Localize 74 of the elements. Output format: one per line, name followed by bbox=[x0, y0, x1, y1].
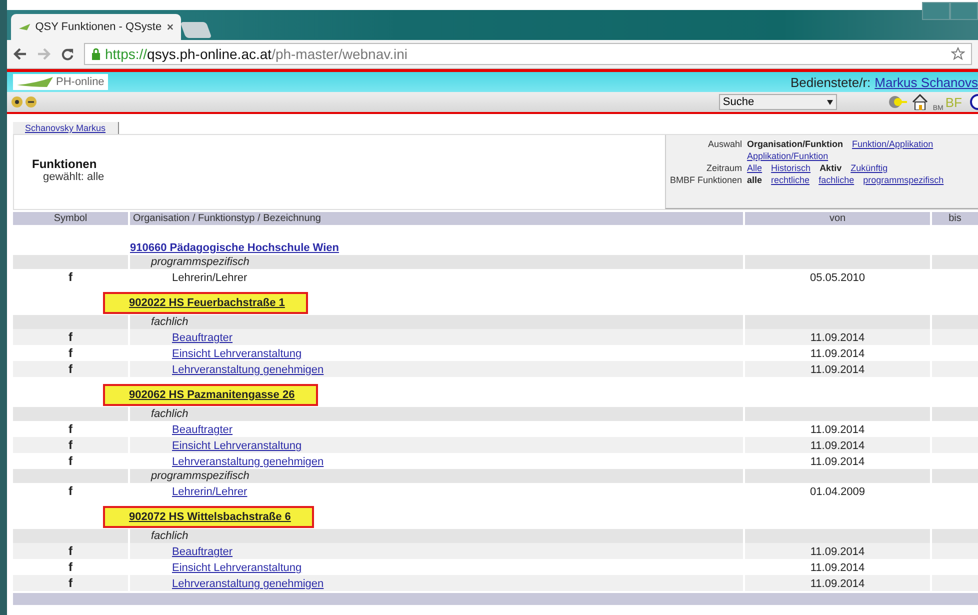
table-cell bbox=[932, 529, 978, 543]
function-link[interactable]: Beauftragter bbox=[172, 546, 233, 558]
star-icon[interactable] bbox=[951, 47, 965, 61]
table-cell: f bbox=[13, 437, 128, 453]
table-cell: 11.09.2014 bbox=[745, 361, 930, 377]
table-cell: 11.09.2014 bbox=[745, 543, 930, 559]
organisation-link[interactable]: 902062 HS Pazmanitengasse 26 bbox=[103, 384, 318, 406]
organisation-link[interactable]: 902022 HS Feuerbachstraße 1 bbox=[103, 292, 308, 314]
table-cell: 11.09.2014 bbox=[745, 437, 930, 453]
function-link[interactable]: Lehrveranstaltung genehmigen bbox=[172, 364, 324, 376]
filter-option[interactable]: Aktiv bbox=[820, 163, 842, 173]
filter-label: Zeitraum bbox=[706, 163, 742, 173]
user-link[interactable]: Markus Schanovs bbox=[874, 74, 978, 90]
logo-icon bbox=[19, 23, 30, 31]
table-cell: programmspezifisch bbox=[130, 255, 743, 269]
close-icon[interactable] bbox=[166, 23, 173, 31]
url-text: https://qsys.ph-online.ac.at/ph-master/webnav.ini bbox=[105, 46, 408, 62]
column-header: von bbox=[745, 212, 930, 225]
table-cell bbox=[932, 469, 978, 483]
person-tab[interactable]: Schanovsky Markus bbox=[13, 122, 119, 134]
address-bar[interactable]: https://qsys.ph-online.ac.at/ph-master/webnav.ini bbox=[84, 43, 972, 65]
lock-icon bbox=[91, 48, 101, 60]
filter-label: Auswahl bbox=[707, 139, 742, 151]
function-link[interactable]: Einsicht Lehrveranstaltung bbox=[172, 348, 302, 360]
table-cell: programmspezifisch bbox=[130, 469, 743, 483]
filter-option[interactable]: Applikation/Funktion bbox=[747, 151, 828, 161]
reload-icon[interactable] bbox=[61, 48, 74, 60]
caret-icon[interactable] bbox=[826, 100, 833, 104]
function-link[interactable]: Beauftragter bbox=[172, 424, 233, 436]
selection-subtitle: gewählt: alle bbox=[43, 171, 104, 183]
function-link[interactable]: Lehrveranstaltung genehmigen bbox=[172, 578, 324, 590]
column-header: Organisation / Funktionstyp / Bezeichnung bbox=[130, 212, 743, 225]
new-tab-button[interactable] bbox=[180, 22, 212, 38]
table-cell bbox=[932, 255, 978, 269]
filter-option[interactable]: Historisch bbox=[771, 163, 811, 173]
table-cell: fachlich bbox=[130, 529, 743, 543]
table-cell: 11.09.2014 bbox=[745, 329, 930, 345]
table-cell: 11.09.2014 bbox=[745, 575, 930, 591]
table-cell: fachlich bbox=[130, 407, 743, 421]
browser-tab[interactable]: QSY Funktionen - QSyste bbox=[11, 14, 181, 40]
function-link[interactable]: Einsicht Lehrveranstaltung bbox=[172, 440, 302, 452]
function-link[interactable]: Beauftragter bbox=[172, 332, 233, 344]
table-cell: fachlich bbox=[130, 315, 743, 329]
search-select[interactable]: Suche bbox=[718, 94, 837, 110]
filter-option[interactable]: alle bbox=[747, 175, 762, 185]
filter-option[interactable]: Alle bbox=[747, 163, 762, 173]
filter-label: BMBF Funktionen bbox=[670, 175, 742, 185]
user-label: Bedienstete/r: bbox=[790, 74, 871, 90]
filter-option[interactable]: rechtliche bbox=[771, 175, 810, 185]
page-title: Funktionen bbox=[32, 157, 98, 171]
filter-option[interactable]: programmspezifisch bbox=[863, 175, 944, 185]
home-icon[interactable] bbox=[910, 94, 929, 110]
table-cell: f bbox=[13, 543, 128, 559]
function-link[interactable]: Lehrveranstaltung genehmigen bbox=[172, 456, 324, 468]
table-cell bbox=[932, 543, 978, 559]
table-cell bbox=[932, 315, 978, 329]
round-target-icon[interactable] bbox=[11, 96, 23, 108]
filter-option[interactable]: Funktion/Applikation bbox=[852, 139, 934, 149]
function-link[interactable]: Lehrerin/Lehrer bbox=[172, 486, 248, 498]
filter-option[interactable]: Zukünftig bbox=[850, 163, 888, 173]
organisation-link[interactable]: 910660 Pädagogische Hochschule Wien bbox=[130, 242, 339, 254]
table-cell: f bbox=[13, 361, 128, 377]
table-cell bbox=[932, 329, 978, 345]
table-cell: f bbox=[13, 575, 128, 591]
filter-option[interactable]: Organisation/Funktion bbox=[747, 139, 844, 149]
organisation-link[interactable]: 902072 HS Wittelsbachstraße 6 bbox=[103, 506, 314, 528]
function-link[interactable]: Einsicht Lehrveranstaltung bbox=[172, 562, 302, 574]
table-cell bbox=[932, 407, 978, 421]
app-logo[interactable]: PH-online bbox=[13, 74, 108, 90]
filter-option[interactable]: fachliche bbox=[818, 175, 854, 185]
column-header: Symbol bbox=[13, 212, 128, 225]
table-cell: f bbox=[13, 329, 128, 345]
back-icon[interactable] bbox=[13, 48, 27, 60]
column-header: bis bbox=[932, 212, 978, 225]
